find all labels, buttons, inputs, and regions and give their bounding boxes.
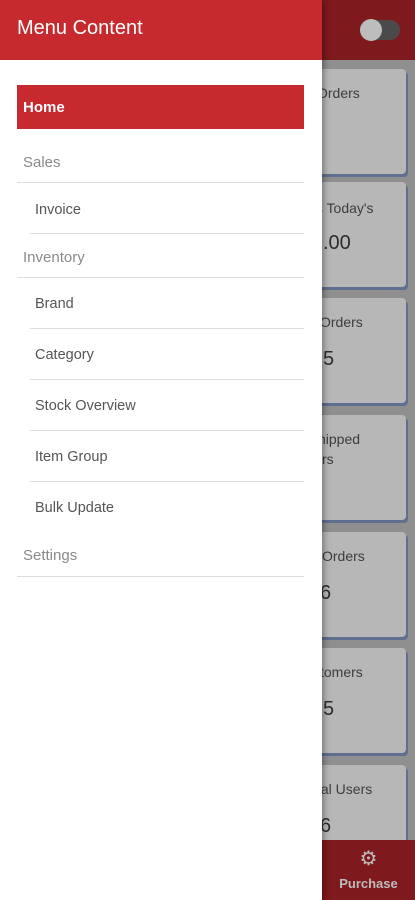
divider	[30, 379, 304, 380]
divider	[30, 328, 304, 329]
toggle-knob	[360, 19, 382, 41]
menu-item-category[interactable]: Category	[35, 347, 94, 363]
menu-section-settings[interactable]: Settings	[23, 547, 77, 564]
menu-item-brand[interactable]: Brand	[35, 296, 74, 312]
card-value: 5	[323, 698, 335, 720]
drawer-header: Menu Content	[0, 0, 322, 60]
bottom-tab-label: Purchase	[339, 876, 398, 891]
menu-item-bulk-update[interactable]: Bulk Update	[35, 500, 114, 516]
divider	[30, 481, 304, 482]
card-value: .00	[323, 232, 351, 254]
menu-section-sales[interactable]: Sales	[23, 154, 61, 171]
card-title: Orders	[317, 85, 360, 101]
card-title: tal Users	[317, 781, 373, 797]
divider	[30, 430, 304, 431]
menu-item-invoice[interactable]: Invoice	[35, 202, 81, 218]
theme-toggle[interactable]	[360, 19, 400, 41]
menu-section-inventory[interactable]: Inventory	[23, 249, 85, 266]
divider	[17, 182, 304, 183]
divider	[17, 576, 304, 577]
card-title: hipped	[318, 431, 361, 447]
divider	[30, 233, 304, 234]
drawer-title: Menu Content	[17, 17, 143, 39]
menu-item-home[interactable]: Home	[17, 85, 304, 129]
gear-icon: ⚙	[359, 848, 378, 870]
card-title-line2: rs	[322, 451, 334, 467]
card-title: tomers	[320, 664, 363, 680]
navigation-drawer: Menu Content Home Sales Invoice Inventor…	[0, 0, 322, 900]
bottom-tab-purchase[interactable]: ⚙ Purchase	[322, 840, 415, 900]
menu-item-label: Home	[23, 99, 65, 116]
card-title: Orders	[320, 314, 363, 330]
divider	[17, 277, 304, 278]
menu-item-stock-overview[interactable]: Stock Overview	[35, 398, 136, 414]
menu-item-item-group[interactable]: Item Group	[35, 449, 108, 465]
card-title: Orders	[322, 548, 365, 564]
card-value: 5	[323, 348, 335, 370]
